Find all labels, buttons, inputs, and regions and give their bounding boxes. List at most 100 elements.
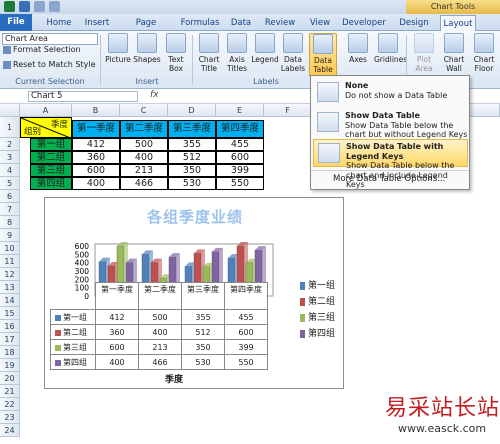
- fx-icon[interactable]: fx: [150, 90, 159, 100]
- tab-review[interactable]: Review: [262, 15, 298, 31]
- row-header[interactable]: 22: [0, 398, 20, 411]
- row-header[interactable]: 19: [0, 359, 20, 372]
- value-cell[interactable]: 350: [168, 164, 216, 177]
- quarter-header-cell[interactable]: 第二季度: [120, 120, 168, 138]
- tab-formulas[interactable]: Formulas: [180, 15, 220, 31]
- chart-title-button[interactable]: Chart Title: [195, 33, 223, 77]
- row-header[interactable]: 4: [0, 164, 20, 177]
- data-table-button[interactable]: Data Table: [309, 33, 337, 77]
- group-label-cell[interactable]: 第二组: [30, 151, 72, 164]
- value-cell[interactable]: 530: [168, 177, 216, 190]
- legend-key: [300, 297, 305, 306]
- row-header[interactable]: 12: [0, 268, 20, 281]
- name-box[interactable]: Chart 5: [28, 91, 138, 102]
- column-header[interactable]: C: [120, 104, 168, 117]
- row-header[interactable]: 6: [0, 190, 20, 203]
- picture-button[interactable]: Picture: [104, 33, 132, 77]
- row-header[interactable]: 9: [0, 229, 20, 242]
- menu-item-title: Show Data Table: [345, 111, 420, 120]
- data-table-col-header: 第四季度: [224, 282, 268, 310]
- row-header[interactable]: 21: [0, 385, 20, 398]
- value-cell[interactable]: 600: [72, 164, 120, 177]
- tab-developer[interactable]: Developer: [340, 15, 388, 31]
- row-header[interactable]: 24: [0, 424, 20, 437]
- menu-item-none[interactable]: None Do not show a Data Table: [313, 79, 468, 107]
- row-header[interactable]: 14: [0, 294, 20, 307]
- column-header[interactable]: B: [72, 104, 120, 117]
- tab-data[interactable]: Data: [228, 15, 254, 31]
- value-cell[interactable]: 213: [120, 164, 168, 177]
- column-header[interactable]: D: [168, 104, 216, 117]
- row-header[interactable]: 15: [0, 307, 20, 320]
- tab-view[interactable]: View: [306, 15, 334, 31]
- row-header[interactable]: 11: [0, 255, 20, 268]
- tab-page-layout[interactable]: Page Layout: [120, 15, 172, 44]
- row-header[interactable]: 16: [0, 320, 20, 333]
- shapes-button[interactable]: Shapes: [133, 33, 161, 77]
- chart-wall-button[interactable]: Chart Wall: [440, 33, 468, 77]
- row-header[interactable]: 2: [0, 138, 20, 151]
- row-header[interactable]: 17: [0, 333, 20, 346]
- value-cell[interactable]: 512: [168, 151, 216, 164]
- row-header[interactable]: 23: [0, 411, 20, 424]
- tab-insert[interactable]: Insert: [82, 15, 112, 31]
- chart-floor-button[interactable]: Chart Floor: [470, 33, 498, 77]
- format-selection-button[interactable]: Format Selection: [3, 45, 81, 54]
- reset-to-match-style-button[interactable]: Reset to Match Style: [3, 60, 96, 69]
- group-label-cell[interactable]: 第一组: [30, 138, 72, 151]
- value-cell[interactable]: 355: [168, 138, 216, 151]
- value-cell[interactable]: 600: [216, 151, 264, 164]
- column-header[interactable]: E: [216, 104, 264, 117]
- tab-layout[interactable]: Layout: [440, 15, 476, 32]
- axes-button[interactable]: Axes: [344, 33, 372, 77]
- row-header[interactable]: 18: [0, 346, 20, 359]
- corner-header-cell[interactable]: 季度 组别: [20, 117, 72, 138]
- data-labels-button[interactable]: Data Labels: [279, 33, 307, 77]
- axis-titles-button[interactable]: Axis Titles: [223, 33, 251, 77]
- plot-area-button[interactable]: Plot Area: [410, 33, 438, 77]
- value-cell[interactable]: 400: [120, 151, 168, 164]
- undo-icon[interactable]: [34, 1, 45, 12]
- row-header[interactable]: 13: [0, 281, 20, 294]
- row-header[interactable]: 1: [0, 117, 20, 138]
- chart-legend[interactable]: 第一组 第二组 第三组 第四组: [300, 278, 360, 342]
- tab-design[interactable]: Design: [396, 15, 432, 31]
- group-label-cell[interactable]: 第三组: [30, 164, 72, 177]
- value-cell[interactable]: 412: [72, 138, 120, 151]
- row-header[interactable]: 8: [0, 216, 20, 229]
- row-header[interactable]: 5: [0, 177, 20, 190]
- value-cell[interactable]: 455: [216, 138, 264, 151]
- tab-home[interactable]: Home: [42, 15, 76, 31]
- column-header[interactable]: F: [264, 104, 312, 117]
- row-header[interactable]: 3: [0, 151, 20, 164]
- x-axis-title[interactable]: 季度: [165, 372, 183, 385]
- value-cell[interactable]: 466: [120, 177, 168, 190]
- value-cell[interactable]: 550: [216, 177, 264, 190]
- chart-title[interactable]: 各组季度业绩: [115, 206, 275, 227]
- legend-button[interactable]: Legend: [251, 33, 279, 77]
- row-header[interactable]: 7: [0, 203, 20, 216]
- select-all-corner[interactable]: [0, 104, 20, 117]
- chart-element-selector[interactable]: Chart Area: [2, 33, 98, 45]
- value-cell[interactable]: 360: [72, 151, 120, 164]
- none-option-icon: [317, 82, 339, 102]
- quarter-header-cell[interactable]: 第四季度: [216, 120, 264, 138]
- value-cell[interactable]: 400: [72, 177, 120, 190]
- save-icon[interactable]: [19, 1, 30, 12]
- value-cell[interactable]: 500: [120, 138, 168, 151]
- column-header[interactable]: A: [20, 104, 72, 117]
- quarter-header-cell[interactable]: 第三季度: [168, 120, 216, 138]
- more-data-table-options[interactable]: More Data Table Options...: [333, 174, 445, 184]
- group-label-cell[interactable]: 第四组: [30, 177, 72, 190]
- value-cell[interactable]: 399: [216, 164, 264, 177]
- menu-item-show-data-table[interactable]: Show Data Table Show Data Table below the…: [313, 109, 468, 139]
- quarter-header-cell[interactable]: 第一季度: [72, 120, 120, 138]
- menu-item-show-data-table-with-legend-keys[interactable]: Show Data Table with Legend Keys Show Dat…: [313, 139, 468, 189]
- textbox-button[interactable]: Text Box: [162, 33, 190, 77]
- gridlines-button[interactable]: Gridlines: [374, 33, 407, 77]
- redo-icon[interactable]: [49, 1, 60, 12]
- embedded-chart[interactable]: 各组季度业绩 600 500 400 300 200 100 0 第一季度 第二季度 第三季…: [44, 197, 344, 389]
- row-header[interactable]: 10: [0, 242, 20, 255]
- tab-file[interactable]: File: [0, 14, 32, 31]
- row-header[interactable]: 20: [0, 372, 20, 385]
